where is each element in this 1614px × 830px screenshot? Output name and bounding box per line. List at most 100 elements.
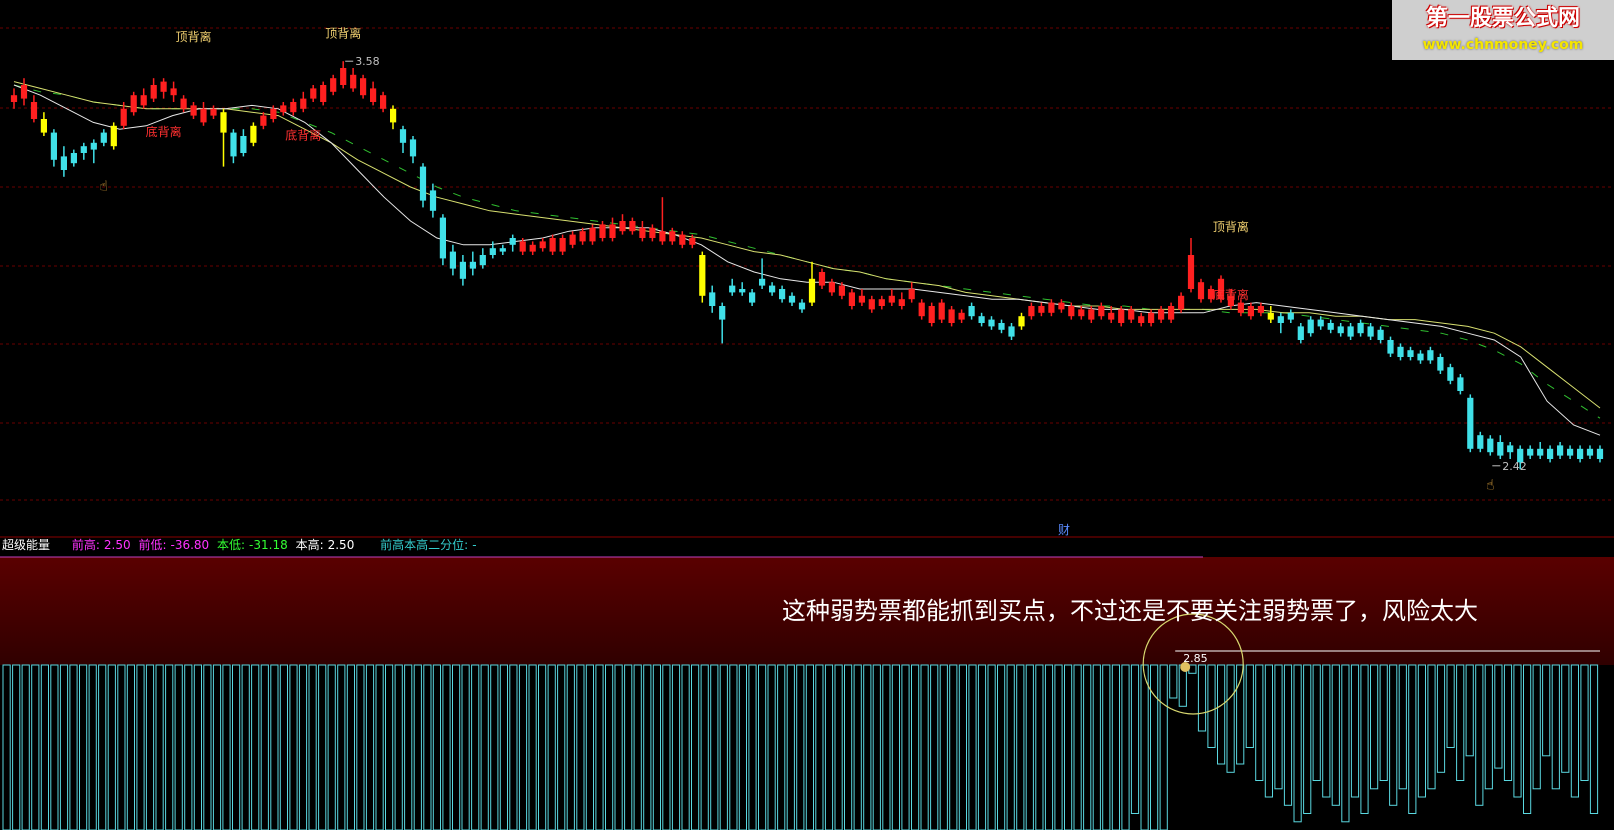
candle-body (848, 292, 855, 306)
candle-body (1118, 309, 1125, 323)
candle-body (509, 238, 516, 245)
candle-body (699, 255, 706, 296)
candle-body (669, 231, 676, 242)
candle-body (1527, 448, 1534, 456)
candle-body (868, 299, 875, 310)
candle-body (1427, 350, 1434, 361)
candle-body (330, 78, 337, 92)
candle-body (1497, 442, 1504, 456)
candle-body (1547, 448, 1554, 459)
candle-body (439, 217, 446, 259)
candle-body (30, 102, 38, 119)
candle-body (1088, 309, 1095, 320)
candle-body (1387, 340, 1394, 354)
signal-label: 顶背离 (1213, 219, 1249, 234)
candle-body (90, 142, 97, 150)
candle-body (659, 231, 666, 242)
price-label: 3.58 (355, 55, 380, 68)
candle-body (1447, 367, 1454, 381)
candle-body (818, 272, 826, 286)
candle-body (739, 289, 746, 293)
candle-body (130, 95, 137, 113)
candle-body (968, 306, 975, 317)
candle-body (589, 227, 596, 242)
candle-body (1586, 448, 1594, 456)
candle-body (769, 285, 776, 293)
candle-body (978, 316, 985, 323)
candle-body (1467, 397, 1474, 449)
candle-body (1317, 319, 1324, 327)
candle-body (1257, 306, 1264, 313)
signal-label: 底背离 (146, 124, 182, 139)
candle-body (1237, 302, 1244, 313)
candle-body (360, 78, 367, 96)
candle-body (1347, 326, 1354, 337)
candle-body (988, 319, 995, 327)
candle-body (798, 302, 806, 310)
candle-body (270, 108, 277, 119)
candle-body (539, 241, 546, 249)
candle-body (200, 108, 207, 123)
candle-body (459, 261, 466, 279)
candle-body (290, 102, 297, 113)
candle-body (390, 108, 397, 123)
field-value: 2.50 (103, 538, 131, 552)
candle-body (230, 132, 237, 157)
candle-body (180, 98, 187, 109)
candle-body (340, 68, 347, 85)
candle-body (1187, 255, 1195, 289)
candle-body (140, 95, 147, 106)
candle-body (320, 85, 327, 102)
candle-body (40, 119, 47, 133)
candle-body (559, 238, 566, 252)
candle-body (1397, 346, 1404, 357)
candle-body (898, 299, 905, 306)
candle-body (1307, 319, 1314, 334)
candle-body (370, 88, 377, 102)
candle-body (419, 166, 427, 201)
field-label: 前高本高二分位: (380, 538, 469, 552)
candle-body (310, 88, 317, 99)
candle-body (1128, 309, 1135, 320)
candle-body (1477, 435, 1484, 449)
candle-body (828, 282, 835, 293)
candle-body (948, 309, 955, 323)
field-label: 本高: (295, 538, 324, 552)
signal-label: 底背离 (1213, 287, 1249, 302)
pointing-hand-icon: ☝ (1486, 478, 1495, 494)
candle-body (50, 132, 57, 160)
price-label: 2.42 (1502, 460, 1527, 473)
candle-body (1487, 438, 1494, 453)
candle-body (1008, 326, 1015, 337)
candle-body (260, 115, 267, 126)
candle-body (1028, 306, 1035, 317)
candle-body (499, 248, 506, 252)
candle-body (1557, 445, 1564, 456)
candle-body (1337, 326, 1344, 334)
candle-body (479, 255, 486, 266)
candle-body (1048, 302, 1055, 313)
candle-body (1596, 448, 1604, 459)
candle-body (639, 227, 646, 238)
candle-body (160, 81, 167, 92)
candle-body (60, 156, 67, 170)
candle-body (928, 306, 935, 323)
candle-body (220, 112, 227, 133)
candle-body (429, 190, 437, 211)
candle-body (918, 302, 925, 317)
candle-body (908, 289, 915, 300)
annotation-text: 这种弱势票都能抓到买点，不过还是不要关注弱势票了，风险太大 (782, 597, 1478, 625)
candle-body (1457, 377, 1464, 391)
candle-body (679, 234, 686, 245)
candle-body (1417, 353, 1424, 361)
field-value: -36.80 (170, 538, 210, 552)
candle-body (759, 278, 766, 286)
candle-body (619, 221, 626, 232)
indicator-mark-label: 2.85 (1183, 652, 1208, 665)
candle-body (1297, 326, 1304, 340)
candle-body (709, 292, 716, 306)
candle-body (380, 95, 387, 109)
candle-body (1367, 326, 1374, 337)
candle-body (529, 244, 536, 252)
field-label: 前低: (138, 538, 167, 552)
